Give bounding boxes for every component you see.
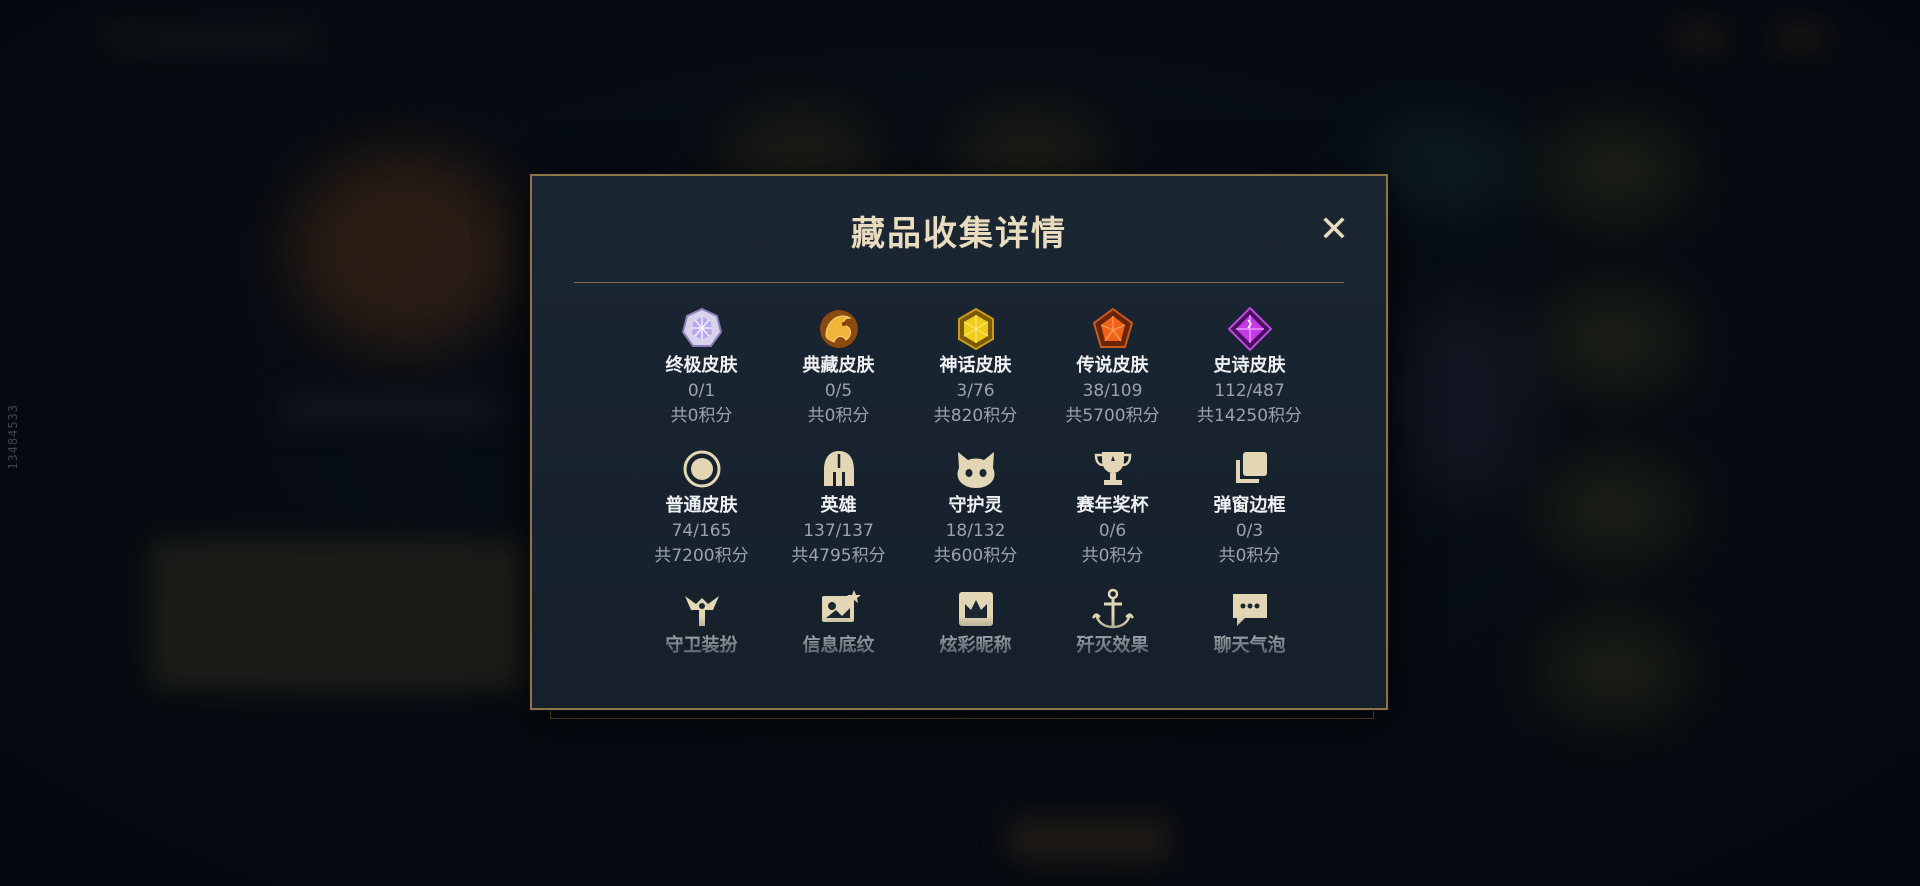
collection-item-ward[interactable]: 守卫装扮 <box>633 586 770 726</box>
normal-skin-icon <box>683 450 720 488</box>
collection-item-mythic[interactable]: 神话皮肤 3/76 共820积分 <box>907 306 1044 446</box>
title-divider <box>574 282 1344 283</box>
collection-item-banner[interactable]: 信息底纹 <box>770 586 907 726</box>
collection-name: 传说皮肤 <box>1076 355 1149 376</box>
anchor-effect-icon <box>1091 588 1134 629</box>
legendary-gem-icon <box>1092 307 1133 348</box>
collection-grid: 终极皮肤 0/1 共0积分 典藏皮肤 0/5 共0积分 神话皮肤 3/76 共8… <box>633 306 1333 726</box>
border-frames-icon <box>1235 452 1267 483</box>
banner-icon <box>821 590 861 622</box>
collection-name: 聊天气泡 <box>1213 635 1286 656</box>
collection-item-legendary[interactable]: 传说皮肤 38/109 共5700积分 <box>1044 306 1181 446</box>
collection-name: 典藏皮肤 <box>802 355 875 376</box>
champion-helmet-icon <box>823 451 854 486</box>
collection-name: 终极皮肤 <box>665 355 738 376</box>
crown-nickname-icon <box>958 592 993 626</box>
collection-points: 共5700积分 <box>1065 406 1160 426</box>
collection-points: 共0积分 <box>1218 546 1281 566</box>
collection-item-ultimate[interactable]: 终极皮肤 0/1 共0积分 <box>633 306 770 446</box>
trophy-icon <box>1094 452 1131 485</box>
collection-row: 守卫装扮 信息底纹 炫彩昵称 歼灭效果 聊天气泡 <box>633 586 1333 726</box>
mythic-gem-icon <box>957 307 994 351</box>
collection-item-champion[interactable]: 英雄 137/137 共4795积分 <box>770 446 907 586</box>
collection-points: 共4795积分 <box>791 546 886 566</box>
collection-item-epic[interactable]: 史诗皮肤 112/487 共14250积分 <box>1181 306 1318 446</box>
collection-name: 守卫装扮 <box>665 635 738 656</box>
collection-name: 信息底纹 <box>802 635 875 656</box>
collection-item-companion[interactable]: 守护灵 18/132 共600积分 <box>907 446 1044 586</box>
collection-points: 共600积分 <box>933 546 1018 566</box>
collection-name: 歼灭效果 <box>1076 635 1149 656</box>
collection-count: 74/165 <box>671 521 732 541</box>
modal-title: 藏品收集详情 <box>851 214 1067 254</box>
collection-name: 英雄 <box>820 495 857 516</box>
collection-name: 普通皮肤 <box>665 495 738 516</box>
collection-count: 0/5 <box>824 381 853 401</box>
collection-name: 炫彩昵称 <box>939 635 1012 656</box>
close-button[interactable]: ✕ <box>1316 212 1352 248</box>
collection-details-modal: 藏品收集详情 ✕ 终极皮肤 0/1 共0积分 典藏皮肤 0/5 共0积分 神话皮… <box>530 174 1388 710</box>
collection-points: 共0积分 <box>807 406 870 426</box>
collection-item-trophy[interactable]: 赛年奖杯 0/6 共0积分 <box>1044 446 1181 586</box>
collection-points: 共14250积分 <box>1196 406 1303 426</box>
collection-count: 38/109 <box>1082 381 1143 401</box>
collection-points: 共7200积分 <box>654 546 749 566</box>
collection-item-prestige[interactable]: 典藏皮肤 0/5 共0积分 <box>770 306 907 446</box>
companion-icon <box>957 452 994 488</box>
collection-points: 共820积分 <box>933 406 1018 426</box>
ultimate-gem-icon <box>681 307 722 347</box>
ward-skin-icon <box>684 596 719 626</box>
collection-row: 终极皮肤 0/1 共0积分 典藏皮肤 0/5 共0积分 神话皮肤 3/76 共8… <box>633 306 1333 446</box>
collection-name: 守护灵 <box>948 495 1003 516</box>
collection-item-nickname[interactable]: 炫彩昵称 <box>907 586 1044 726</box>
collection-item-annihilation[interactable]: 歼灭效果 <box>1044 586 1181 726</box>
collection-row: 普通皮肤 74/165 共7200积分 英雄 137/137 共4795积分 守… <box>633 446 1333 586</box>
collection-count: 3/76 <box>956 381 995 401</box>
player-id-text: 13484533 <box>6 404 20 470</box>
collection-count: 0/3 <box>1235 521 1264 541</box>
collection-count: 18/132 <box>945 521 1006 541</box>
collection-points: 共0积分 <box>670 406 733 426</box>
collection-item-normal[interactable]: 普通皮肤 74/165 共7200积分 <box>633 446 770 586</box>
collection-name: 史诗皮肤 <box>1213 355 1286 376</box>
collection-item-chat-bubble[interactable]: 聊天气泡 <box>1181 586 1318 726</box>
epic-gem-icon <box>1227 306 1272 352</box>
collection-count: 0/6 <box>1098 521 1127 541</box>
collection-count: 0/1 <box>687 381 716 401</box>
collection-name: 神话皮肤 <box>939 355 1012 376</box>
collection-item-frames[interactable]: 弹窗边框 0/3 共0积分 <box>1181 446 1318 586</box>
collection-name: 赛年奖杯 <box>1076 495 1149 516</box>
collection-points: 共0积分 <box>1081 546 1144 566</box>
chat-bubble-icon <box>1232 594 1267 626</box>
prestige-dragon-icon <box>819 310 858 348</box>
collection-count: 137/137 <box>803 521 874 541</box>
collection-name: 弹窗边框 <box>1213 495 1286 516</box>
collection-count: 112/487 <box>1214 381 1285 401</box>
